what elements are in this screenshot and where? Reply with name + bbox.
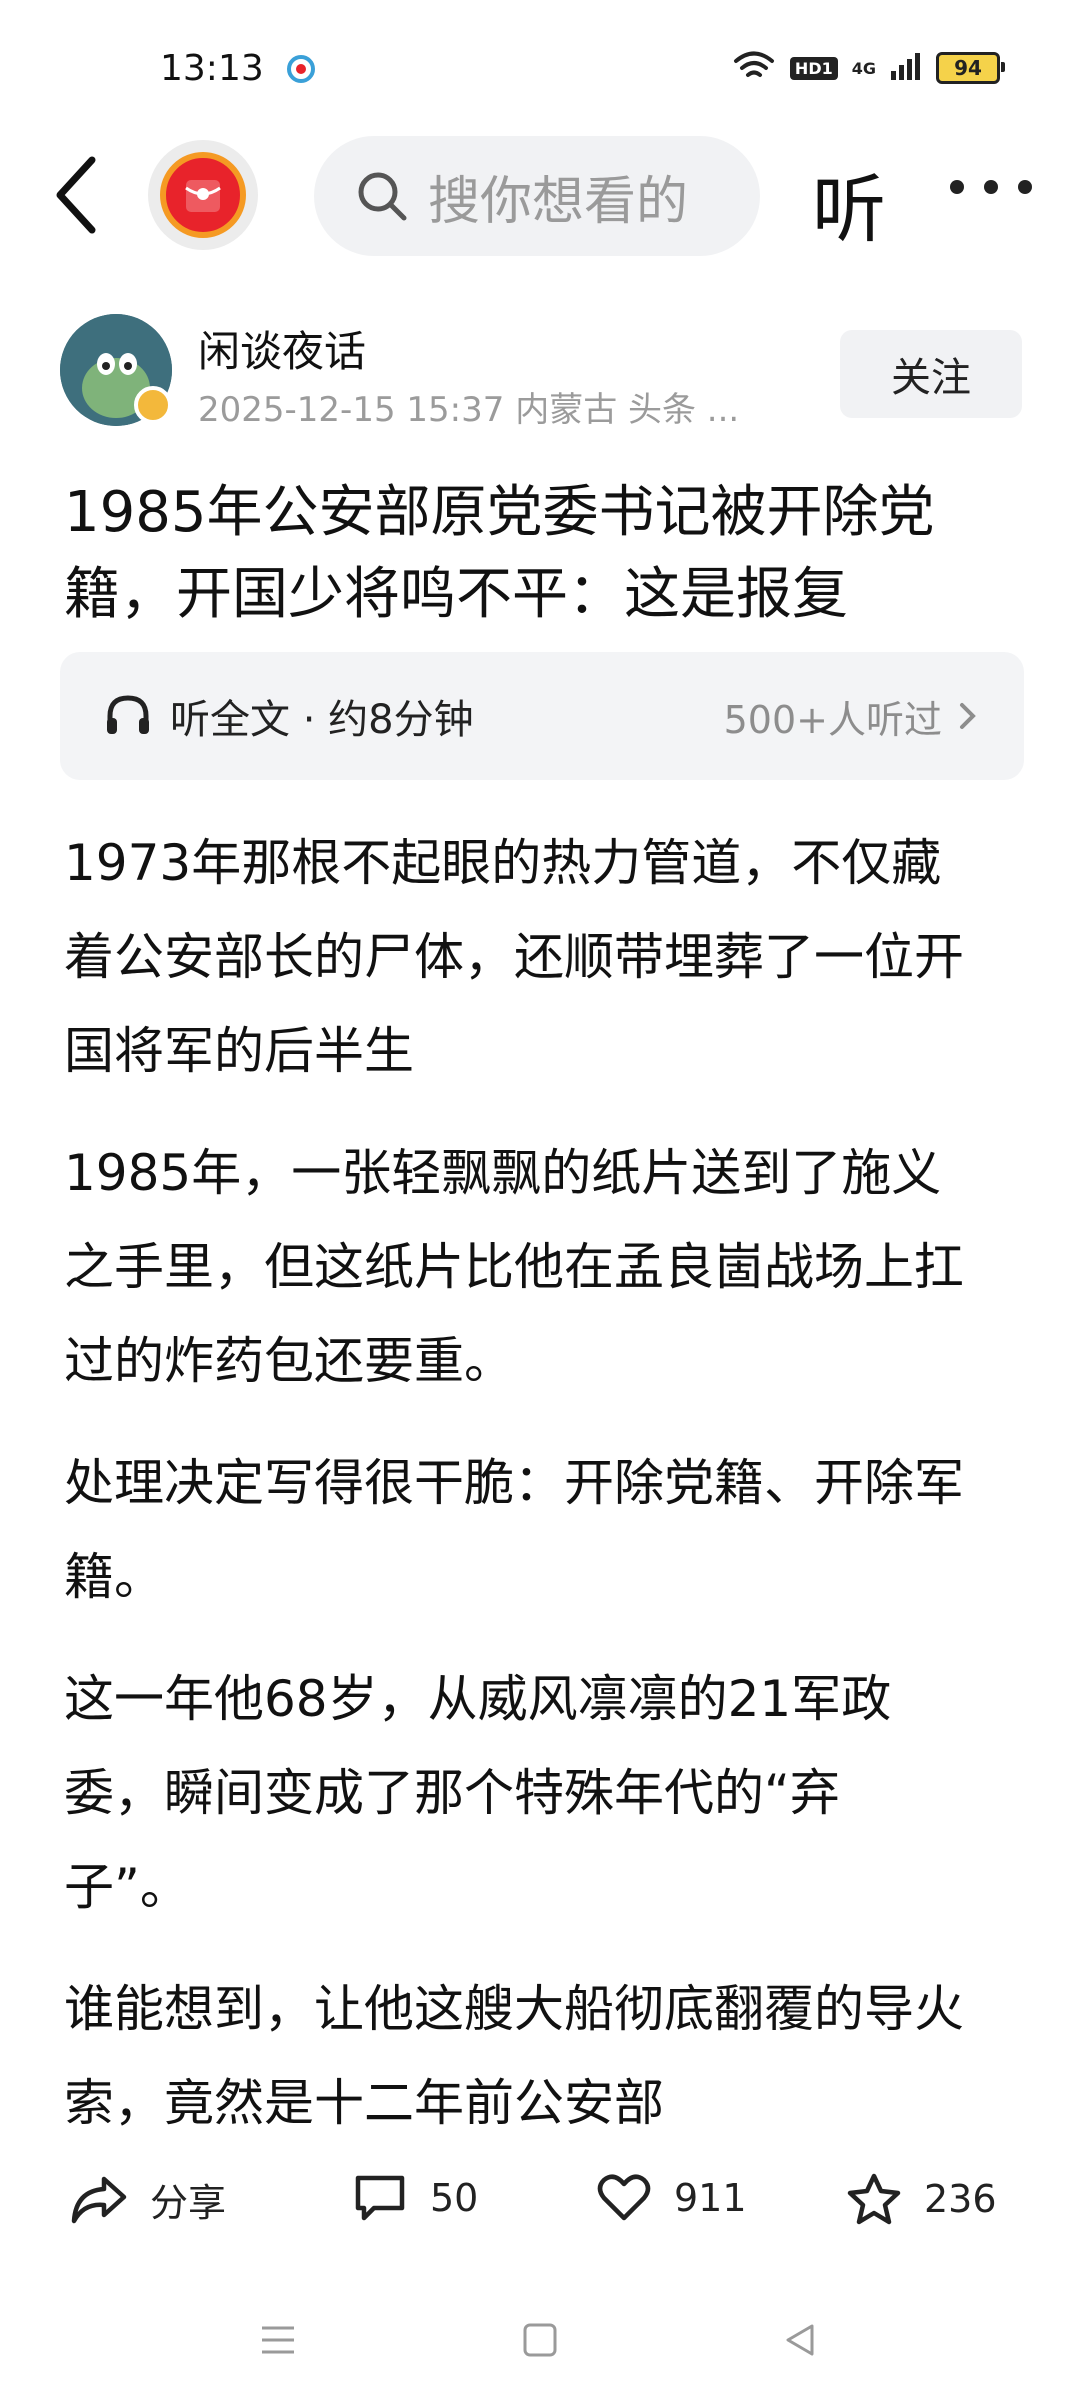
verified-badge-icon: [134, 386, 172, 424]
headphones-icon: [107, 695, 149, 734]
system-nav-bar: [0, 2280, 1080, 2400]
chevron-right-icon: [960, 703, 976, 729]
listen-button[interactable]: 听: [812, 150, 886, 257]
star-icon: [847, 2173, 901, 2225]
home-nav-button[interactable]: [520, 2320, 560, 2364]
article-title: 1985年公安部原党委书记被开除党籍，开国少将鸣不平：这是报复: [64, 480, 935, 627]
square-home-icon: [523, 2323, 557, 2357]
paragraph: 这一年他68岁，从威风凛凛的21军政委，瞬间变成了那个特殊年代的“弃子”。: [64, 1670, 892, 1916]
triangle-back-icon: [786, 2324, 814, 2356]
listen-count: 500+人听过: [723, 697, 942, 742]
article-body: 1973年那根不起眼的热力管道，不仅藏着公安部长的尸体，还顺带埋葬了一位开国将军…: [64, 816, 964, 2178]
comment-icon: [355, 2175, 405, 2221]
favorite-button[interactable]: 236: [846, 2172, 997, 2226]
like-button[interactable]: 911: [596, 2172, 747, 2224]
paragraph: 1985年，一张轻飘飘的纸片送到了施义之手里，但这纸片比他在孟良崮战场上扛过的炸…: [64, 1144, 964, 1390]
heart-icon: [597, 2174, 651, 2221]
app-logo[interactable]: [148, 140, 258, 250]
red-envelope-icon: [160, 152, 246, 238]
more-options-icon[interactable]: [950, 180, 1060, 200]
status-time: 13:13: [160, 48, 264, 89]
battery-icon: 94: [936, 52, 1005, 84]
favorite-count: 236: [924, 2177, 997, 2221]
status-indicators: HD1 4G 94: [732, 50, 1005, 86]
comment-button[interactable]: 50: [352, 2172, 478, 2224]
network-type-label: 4G: [851, 58, 876, 78]
listen-full-text-bar[interactable]: 听全文 · 约8分钟 500+人听过: [60, 652, 1024, 780]
notification-app-icon: [286, 54, 316, 84]
author-meta: 2025-12-15 15:37 内蒙古 头条 ...: [198, 390, 740, 430]
paragraph: 谁能想到，让他这艘大船彻底翻覆的导火索，竟然是十二年前公安部: [64, 1980, 964, 2132]
search-icon: [358, 172, 407, 221]
author-name[interactable]: 闲谈夜话: [198, 318, 366, 379]
hd-badge: HD1: [789, 56, 838, 80]
search-placeholder: 搜你想看的: [428, 171, 689, 232]
wifi-icon: [732, 50, 776, 86]
paragraph: 1973年那根不起眼的热力管道，不仅藏着公安部长的尸体，还顺带埋葬了一位开国将军…: [64, 834, 964, 1080]
back-button[interactable]: [48, 150, 108, 240]
search-input[interactable]: 搜你想看的: [314, 136, 760, 256]
share-icon: [71, 2176, 127, 2223]
menu-nav-button[interactable]: [258, 2320, 298, 2364]
like-count: 911: [674, 2176, 747, 2220]
paragraph: 处理决定写得很干脆：开除党籍、开除军籍。: [64, 1454, 964, 1606]
menu-icon: [262, 2326, 294, 2354]
back-nav-button[interactable]: [780, 2320, 820, 2364]
share-label: 分享: [150, 2181, 227, 2225]
signal-icon: [890, 51, 922, 85]
follow-button[interactable]: 关注: [840, 330, 1022, 418]
comment-count: 50: [430, 2176, 479, 2220]
listen-duration-label: 听全文 · 约8分钟: [170, 697, 474, 743]
article-action-bar: 分享 50 911 236: [0, 2150, 1080, 2260]
chevron-left-icon: [56, 156, 96, 234]
share-button[interactable]: 分享: [70, 2172, 226, 2227]
